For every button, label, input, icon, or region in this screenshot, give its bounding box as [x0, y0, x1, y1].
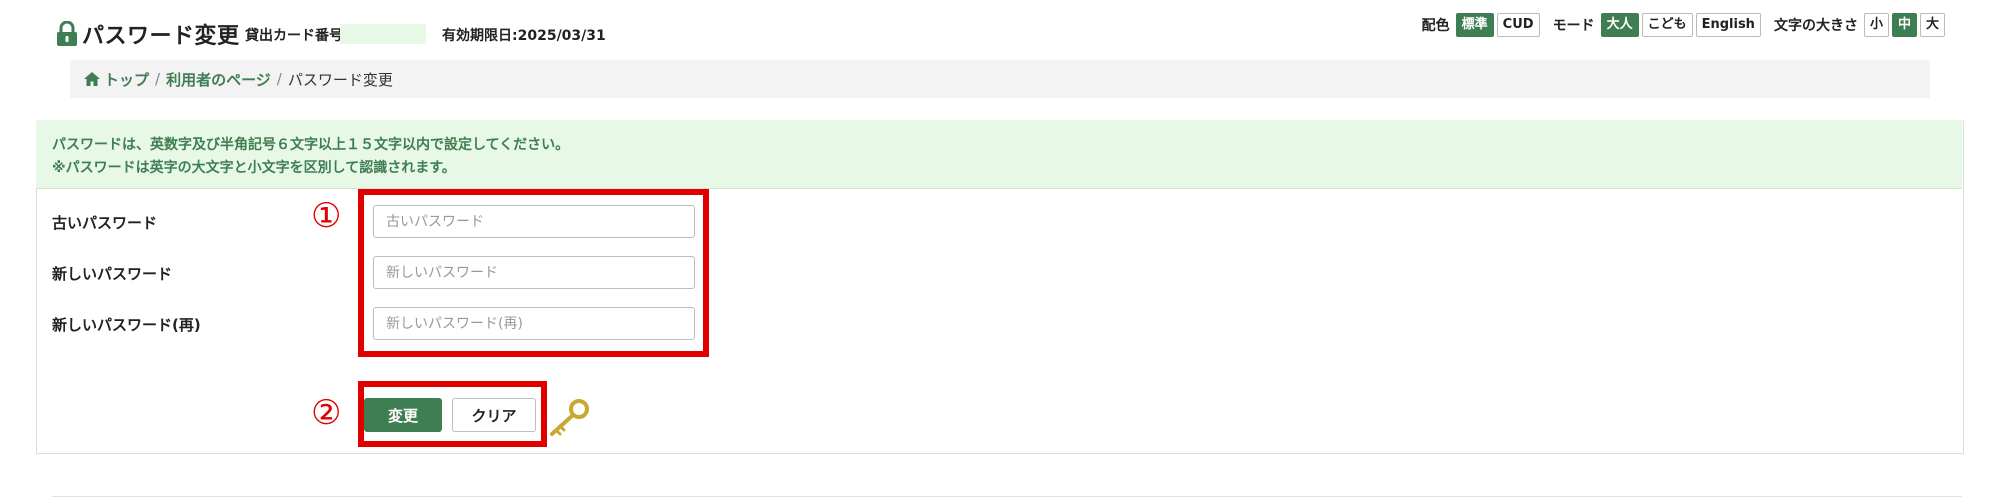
color-cud-button[interactable]: CUD [1496, 13, 1540, 37]
page-header: パスワード変更 [56, 18, 240, 50]
card-number-label: 貸出カード番号: [245, 28, 349, 44]
breadcrumb-home-link[interactable]: トップ [104, 69, 149, 90]
font-size-large-button[interactable]: 大 [1919, 13, 1945, 37]
home-icon [84, 72, 100, 86]
breadcrumb-mypage-link[interactable]: 利用者のページ [166, 69, 271, 90]
notice-line-2: ※パスワードは英字の大文字と小文字を区別して認識されます。 [52, 160, 456, 176]
callout-box-fields [358, 189, 709, 357]
mode-kids-button[interactable]: こども [1641, 13, 1693, 37]
mode-english-button[interactable]: English [1695, 13, 1761, 37]
font-size-small-button[interactable]: 小 [1863, 13, 1889, 37]
breadcrumb-separator: / [276, 70, 282, 88]
font-size-label: 文字の大きさ [1773, 18, 1858, 34]
notice-line-1: パスワードは、英数字及び半角記号６文字以上１５文字以内で設定してください。 [52, 137, 570, 153]
breadcrumb-separator: / [155, 70, 161, 88]
color-standard-button[interactable]: 標準 [1455, 13, 1494, 37]
expiry-date: 有効期限日:2025/03/31 [442, 28, 606, 44]
callout-box-buttons [358, 381, 547, 447]
card-number-value [340, 24, 426, 44]
divider [52, 496, 1962, 497]
mode-adult-button[interactable]: 大人 [1600, 13, 1639, 37]
callout-number-2: ② [311, 393, 342, 433]
confirm-password-label: 新しいパスワード(再) [52, 316, 201, 334]
color-scheme-label: 配色 [1421, 18, 1450, 34]
page-title: パスワード変更 [82, 24, 240, 49]
new-password-label: 新しいパスワード [52, 265, 173, 283]
breadcrumb: トップ / 利用者のページ / パスワード変更 [70, 60, 1930, 98]
lock-icon [57, 21, 77, 46]
old-password-label: 古いパスワード [52, 214, 158, 232]
breadcrumb-current: パスワード変更 [287, 70, 393, 89]
password-rules-notice [36, 120, 1962, 189]
mode-label: モード [1552, 18, 1595, 34]
font-size-medium-button[interactable]: 中 [1891, 13, 1917, 37]
display-settings: 配色 標準 CUD モード 大人 こども English 文字の大きさ 小 中 … [1422, 13, 1948, 37]
key-icon [550, 399, 589, 436]
callout-number-1: ① [311, 196, 342, 236]
